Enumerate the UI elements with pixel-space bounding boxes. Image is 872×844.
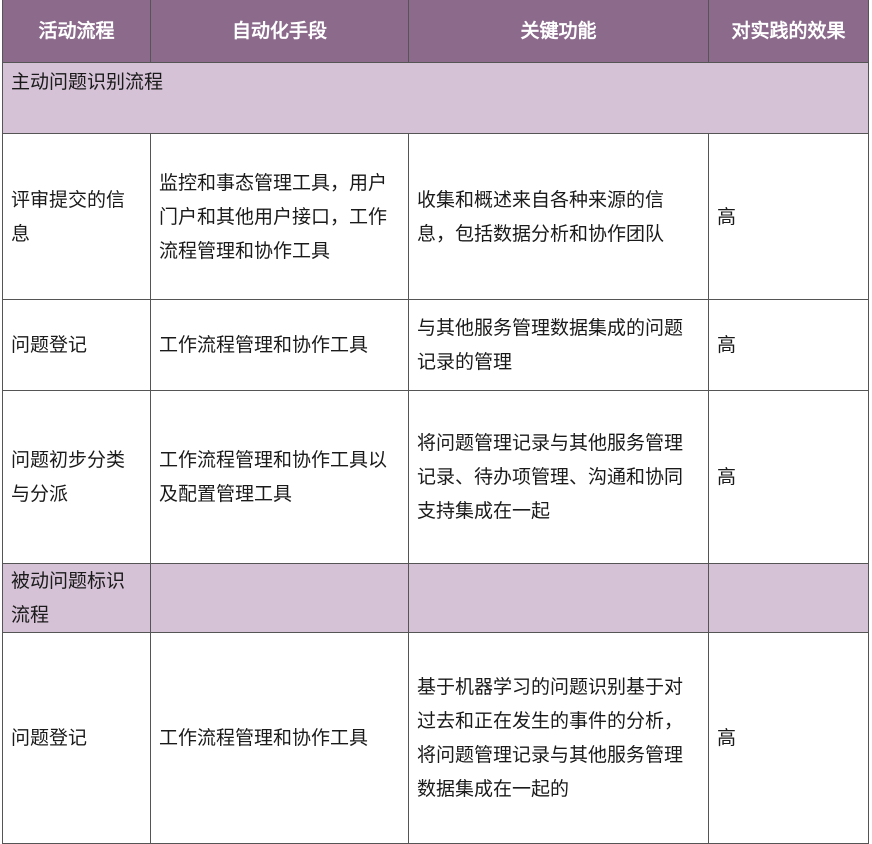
section-empty-cell bbox=[150, 563, 409, 633]
effect-cell: 高 bbox=[708, 632, 869, 844]
table-row: 问题初步分类与分派 工作流程管理和协作工具以及配置管理工具 将问题管理记录与其他… bbox=[2, 390, 869, 564]
means-cell: 工作流程管理和协作工具以及配置管理工具 bbox=[150, 390, 409, 564]
header-activity: 活动流程 bbox=[2, 0, 151, 63]
effect-cell: 高 bbox=[708, 133, 869, 300]
function-cell: 基于机器学习的问题识别基于对过去和正在发生的事件的分析，将问题管理记录与其他服务… bbox=[408, 632, 709, 844]
means-cell: 工作流程管理和协作工具 bbox=[150, 299, 409, 391]
header-means: 自动化手段 bbox=[150, 0, 409, 63]
header-function: 关键功能 bbox=[408, 0, 709, 63]
table-row: 评审提交的信息 监控和事态管理工具，用户门户和其他用户接口，工作流程管理和协作工… bbox=[2, 133, 869, 300]
table-row: 问题登记 工作流程管理和协作工具 基于机器学习的问题识别基于对过去和正在发生的事… bbox=[2, 632, 869, 844]
section-empty-cell bbox=[408, 563, 709, 633]
activity-cell: 问题登记 bbox=[2, 299, 151, 391]
function-cell: 将问题管理记录与其他服务管理记录、待办项管理、沟通和协同支持集成在一起 bbox=[408, 390, 709, 564]
activity-cell: 问题初步分类与分派 bbox=[2, 390, 151, 564]
header-effect: 对实践的效果 bbox=[708, 0, 869, 63]
header-row: 活动流程 自动化手段 关键功能 对实践的效果 bbox=[2, 0, 869, 63]
section-title: 被动问题标识流程 bbox=[2, 563, 151, 633]
activity-cell: 评审提交的信息 bbox=[2, 133, 151, 300]
function-cell: 与其他服务管理数据集成的问题记录的管理 bbox=[408, 299, 709, 391]
section-row-reactive: 被动问题标识流程 bbox=[2, 563, 869, 633]
effect-cell: 高 bbox=[708, 299, 869, 391]
function-cell: 收集和概述来自各种来源的信息，包括数据分析和协作团队 bbox=[408, 133, 709, 300]
effect-cell: 高 bbox=[708, 390, 869, 564]
means-cell: 监控和事态管理工具，用户门户和其他用户接口，工作流程管理和协作工具 bbox=[150, 133, 409, 300]
activity-cell: 问题登记 bbox=[2, 632, 151, 844]
section-title: 主动问题识别流程 bbox=[2, 62, 869, 134]
section-row-proactive: 主动问题识别流程 bbox=[2, 62, 869, 134]
means-cell: 工作流程管理和协作工具 bbox=[150, 632, 409, 844]
table-row: 问题登记 工作流程管理和协作工具 与其他服务管理数据集成的问题记录的管理 高 bbox=[2, 299, 869, 391]
section-empty-cell bbox=[708, 563, 869, 633]
automation-table: 活动流程 自动化手段 关键功能 对实践的效果 主动问题识别流程 评审提交的信息 … bbox=[2, 0, 869, 844]
